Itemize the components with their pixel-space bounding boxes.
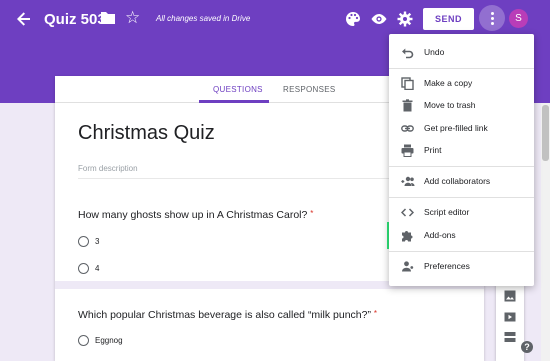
menu-item-add-ons[interactable]: Add-ons [389, 224, 534, 246]
help-icon[interactable]: ? [521, 341, 533, 353]
menu-item-label: Add collaborators [424, 176, 491, 186]
print-icon [401, 144, 414, 157]
radio-button[interactable] [78, 236, 89, 247]
active-tab-indicator [199, 100, 269, 103]
side-toolbar [496, 284, 524, 361]
menu-divider [389, 166, 534, 167]
menu-item-label: Move to trash [424, 100, 476, 110]
form-title[interactable]: Christmas Quiz [78, 122, 215, 145]
menu-item-get-pre-filled-link[interactable]: Get pre-filled link [389, 117, 534, 139]
puzzle-icon [401, 229, 414, 242]
person-icon [401, 260, 414, 273]
question-text: Which popular Christmas beverage is also… [78, 309, 371, 321]
star-icon[interactable]: ☆ [125, 8, 140, 28]
menu-item-label: Make a copy [424, 78, 473, 88]
avatar[interactable]: S [509, 9, 528, 28]
undo-icon [401, 46, 414, 59]
menu-divider [389, 197, 534, 198]
menu-item-print[interactable]: Print [389, 139, 534, 161]
question-text: How many ghosts show up in A Christmas C… [78, 209, 308, 221]
menu-item-undo[interactable]: Undo [389, 41, 534, 63]
tab-questions[interactable]: QUESTIONS [213, 85, 263, 94]
required-marker: * [373, 309, 378, 318]
back-arrow-icon[interactable] [14, 9, 34, 29]
header-toolbar: Quiz 503 ☆ All changes saved in Drive SE… [0, 0, 550, 38]
question-title[interactable]: How many ghosts show up in A Christmas C… [78, 209, 313, 221]
preview-eye-icon[interactable] [369, 9, 389, 29]
menu-item-label: Preferences [424, 261, 470, 271]
save-status: All changes saved in Drive [156, 14, 251, 23]
folder-icon[interactable] [100, 11, 116, 25]
settings-gear-icon[interactable] [395, 9, 415, 29]
palette-icon[interactable] [343, 9, 363, 29]
radio-button[interactable] [78, 335, 89, 346]
code-icon [400, 206, 415, 219]
menu-item-make-a-copy[interactable]: Make a copy [389, 72, 534, 94]
menu-item-label: Get pre-filled link [424, 123, 488, 133]
more-options-menu: Undo Make a copy Move to trash Get pre-f… [389, 34, 534, 286]
form-description-field[interactable]: Form description [78, 164, 138, 173]
scroll-thumb[interactable] [542, 105, 549, 161]
menu-divider [389, 251, 534, 252]
menu-item-script-editor[interactable]: Script editor [389, 201, 534, 223]
menu-item-label: Script editor [424, 207, 470, 217]
tab-responses[interactable]: RESPONSES [283, 85, 336, 94]
trash-icon [401, 99, 414, 112]
copy-icon [401, 77, 414, 91]
option-label: Eggnog [95, 336, 123, 345]
menu-item-label: Add-ons [424, 230, 456, 240]
more-options-icon[interactable] [479, 5, 505, 31]
scrollbar[interactable] [541, 103, 550, 361]
form-name[interactable]: Quiz 503 [44, 11, 106, 28]
add-people-icon [401, 175, 415, 188]
menu-divider [389, 68, 534, 69]
add-video-icon[interactable] [504, 310, 516, 322]
menu-item-label: Print [424, 145, 442, 155]
option-label: 3 [95, 237, 100, 246]
send-button[interactable]: SEND [423, 8, 474, 30]
question-title[interactable]: Which popular Christmas beverage is also… [78, 309, 377, 321]
required-marker: * [310, 209, 314, 218]
add-image-icon[interactable] [504, 289, 516, 302]
radio-button[interactable] [78, 263, 89, 274]
menu-item-add-collaborators[interactable]: Add collaborators [389, 170, 534, 192]
option-label: 4 [95, 264, 100, 273]
menu-item-move-to-trash[interactable]: Move to trash [389, 94, 534, 116]
add-section-icon[interactable] [504, 330, 516, 342]
menu-item-label: Undo [424, 47, 445, 57]
menu-item-preferences[interactable]: Preferences [389, 255, 534, 277]
link-icon [401, 122, 414, 135]
